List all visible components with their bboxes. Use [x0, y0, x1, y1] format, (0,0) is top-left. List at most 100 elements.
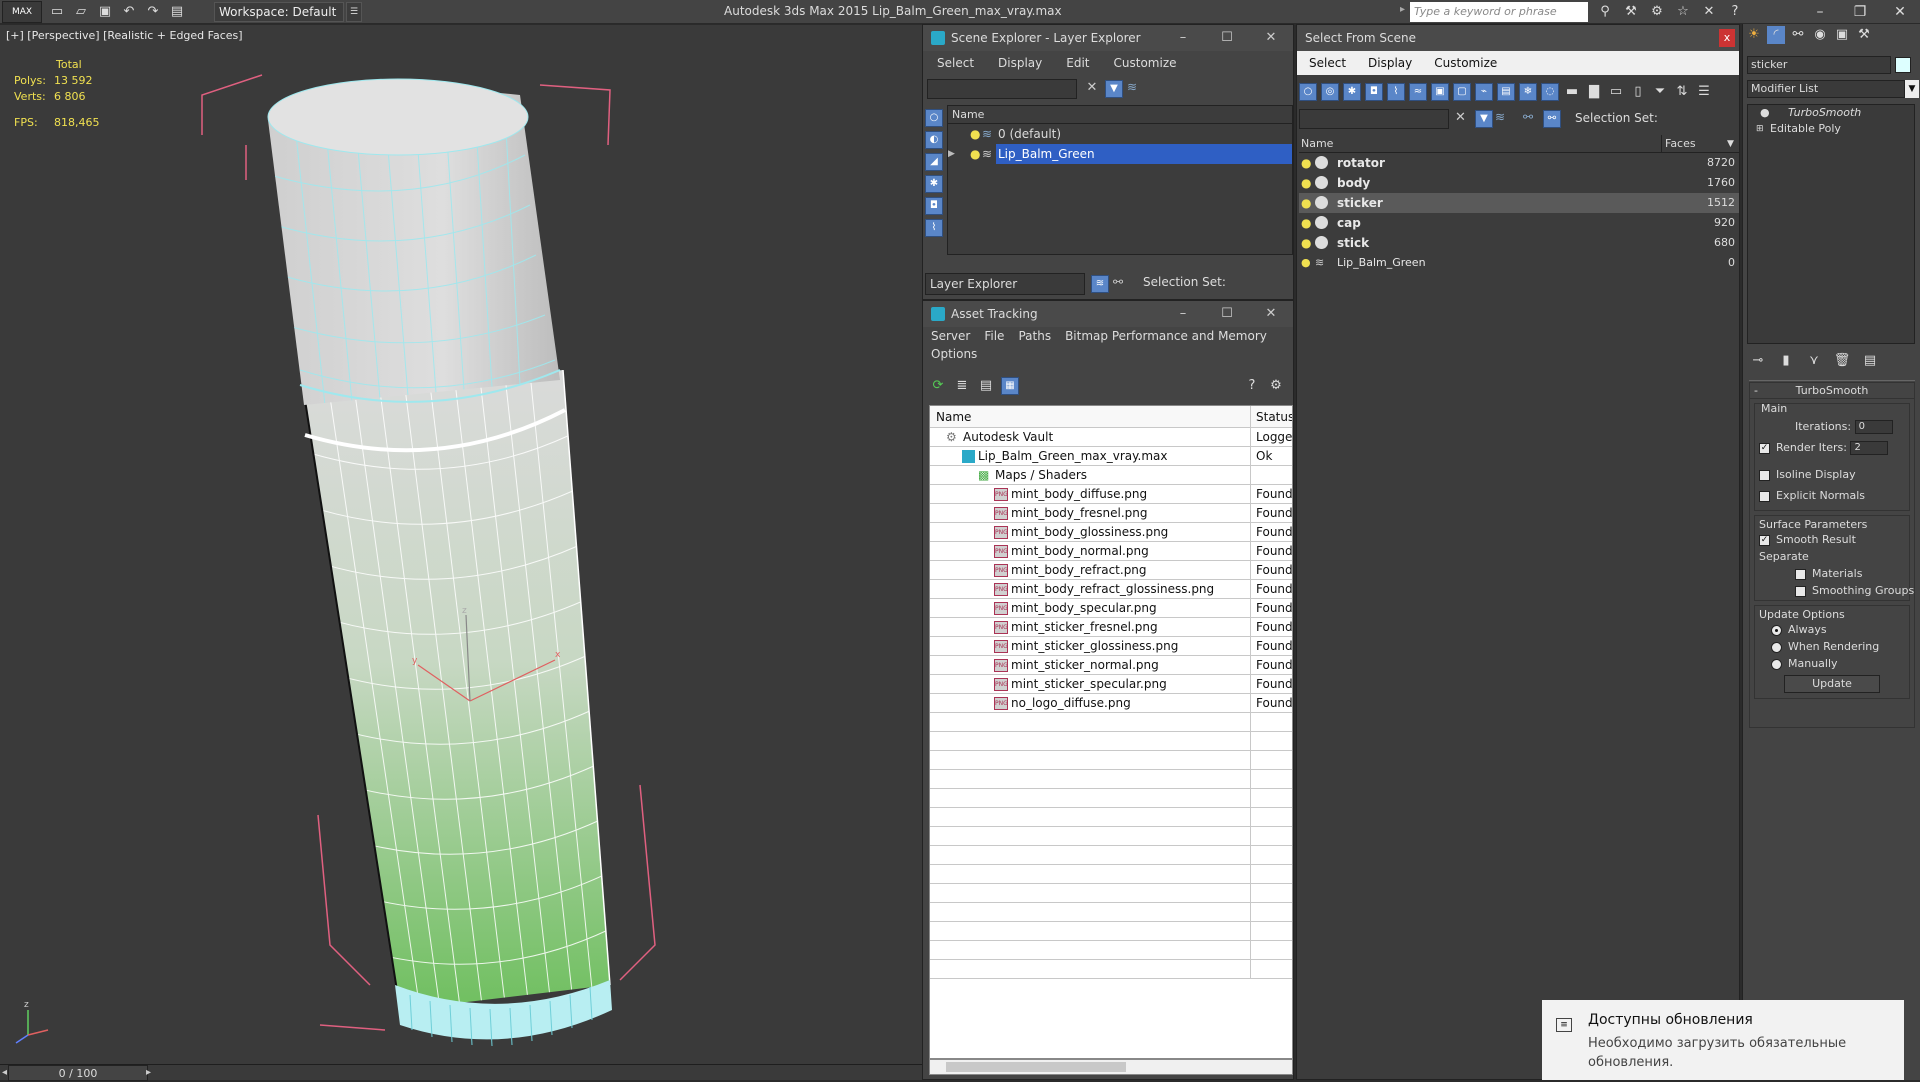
list-view-icon[interactable]: ≣	[953, 377, 971, 395]
expand-plus-icon[interactable]: ⊞	[1756, 121, 1764, 137]
object-row[interactable]: ● rotator 8720	[1299, 153, 1739, 173]
select-from-scene-titlebar[interactable]: Select From Scene x	[1297, 25, 1739, 51]
project-icon[interactable]: ▤	[168, 3, 186, 21]
subscription-icon[interactable]: ⚙	[1648, 3, 1666, 21]
asset-row[interactable]: PNG mint_sticker_glossiness.png Found	[930, 637, 1292, 656]
display-shapes-icon[interactable]: ◢	[925, 153, 943, 171]
make-unique-icon[interactable]: ⋎	[1805, 352, 1823, 370]
create-tab-icon[interactable]: ☀	[1745, 26, 1763, 44]
light-bulb-icon[interactable]: ●	[970, 144, 980, 164]
object-row[interactable]: ● stick 680	[1299, 233, 1739, 253]
sort-desc-icon[interactable]: ▼	[1727, 135, 1734, 153]
time-next-icon[interactable]: ▸	[146, 1065, 160, 1081]
filter-geometry-icon[interactable]: ○	[1299, 83, 1317, 101]
explicit-normals-checkbox[interactable]	[1759, 490, 1770, 502]
maximize-icon[interactable]: ☐	[1205, 25, 1249, 51]
app-logo[interactable]: MAX	[2, 1, 42, 23]
restore-icon[interactable]: ❐	[1840, 0, 1880, 24]
iterations-spinner[interactable]: 0	[1854, 420, 1893, 434]
update-button[interactable]: Update	[1784, 675, 1880, 693]
select-none-icon[interactable]: ▭	[1607, 83, 1625, 101]
filter-hidden-icon[interactable]: ◌	[1541, 83, 1559, 101]
scrollbar-thumb[interactable]	[946, 1062, 1126, 1072]
update-notification[interactable]: ≡ Доступны обновления Необходимо загрузи…	[1542, 1000, 1904, 1080]
filter-groups-icon[interactable]: ▣	[1431, 83, 1449, 101]
asset-row[interactable]: PNG mint_body_refract_glossiness.png Found	[930, 580, 1292, 599]
light-bulb-icon[interactable]: ●	[1301, 153, 1311, 173]
new-file-icon[interactable]: ▭	[48, 3, 66, 21]
filter-containers-icon[interactable]: ▤	[1497, 83, 1515, 101]
isoline-checkbox[interactable]	[1759, 469, 1770, 481]
exchange-icon[interactable]: ✕	[1700, 3, 1718, 21]
asset-row[interactable]: PNG mint_body_refract.png Found	[930, 561, 1292, 580]
asset-row[interactable]: PNG mint_sticker_normal.png Found	[930, 656, 1292, 675]
table-view-icon[interactable]: ▦	[1001, 377, 1019, 395]
help-icon[interactable]: ?	[1726, 3, 1744, 21]
sort-icon[interactable]: ⇅	[1673, 83, 1691, 101]
manually-radio[interactable]	[1771, 658, 1782, 670]
close-icon[interactable]: ✕	[1249, 301, 1293, 327]
object-row[interactable]: ● cap 920	[1299, 213, 1739, 233]
filter-lights-icon[interactable]: ✱	[1343, 83, 1361, 101]
filter-spacewarps-icon[interactable]: ≈	[1409, 83, 1427, 101]
light-bulb-icon[interactable]: ●	[1301, 253, 1311, 273]
when-rendering-radio[interactable]	[1771, 641, 1782, 653]
object-row[interactable]: ● ≋ Lip_Balm_Green 0	[1299, 253, 1739, 273]
menu-customize[interactable]: Customize	[1434, 51, 1497, 75]
light-bulb-icon[interactable]: ●	[970, 124, 980, 144]
render-iters-checkbox[interactable]: ✓	[1759, 442, 1770, 454]
search-input[interactable]: Type a keyword or phrase	[1410, 2, 1588, 22]
asset-row[interactable]: PNG mint_body_fresnel.png Found	[930, 504, 1292, 523]
filter-cameras-icon[interactable]: ◘	[1365, 83, 1383, 101]
menu-select[interactable]: Select	[937, 51, 974, 75]
display-lights-icon[interactable]: ✱	[925, 175, 943, 193]
utilities-tab-icon[interactable]: ⚒	[1855, 26, 1873, 44]
filter-bones-icon[interactable]: ⌁	[1475, 83, 1493, 101]
filter-frozen-icon[interactable]: ❄	[1519, 83, 1537, 101]
asset-row[interactable]: PNG mint_body_normal.png Found	[930, 542, 1292, 561]
close-icon[interactable]: x	[1719, 29, 1735, 47]
display-geometry-icon[interactable]: ◐	[925, 131, 943, 149]
frame-counter[interactable]: 0 / 100	[8, 1065, 148, 1081]
asset-row[interactable]: PNG mint_body_diffuse.png Found	[930, 485, 1292, 504]
col-faces-header[interactable]: Faces	[1661, 135, 1737, 153]
clear-search-icon[interactable]: ✕	[1455, 110, 1466, 125]
col-name-header[interactable]: Name	[1299, 137, 1333, 150]
maximize-icon[interactable]: ☐	[1205, 301, 1249, 327]
minimize-icon[interactable]: –	[1161, 25, 1205, 51]
object-color-swatch[interactable]	[1895, 57, 1911, 73]
display-none-icon[interactable]: ○	[925, 109, 943, 127]
scene-explorer-titlebar[interactable]: Scene Explorer - Layer Explorer – ☐ ✕	[923, 25, 1293, 51]
layer-row-default[interactable]: ● ≋ 0 (default)	[948, 124, 1292, 144]
menu-display[interactable]: Display	[1368, 51, 1412, 75]
motion-tab-icon[interactable]: ◉	[1811, 26, 1829, 44]
open-file-icon[interactable]: ▱	[72, 3, 90, 21]
asset-row[interactable]: ▩ Maps / Shaders	[930, 466, 1292, 485]
remove-modifier-icon[interactable]: 🗑	[1833, 352, 1851, 370]
minimize-icon[interactable]: –	[1800, 0, 1840, 24]
time-slider[interactable]: ◂ 0 / 100 ▸	[0, 1064, 922, 1081]
layer-row-lip-balm-green[interactable]: ▶ ● ≋ Lip_Balm_Green	[948, 144, 1292, 164]
filter-funnel-icon[interactable]: ⏷	[1651, 83, 1669, 101]
options-icon[interactable]: ☰	[1695, 83, 1713, 101]
display-tab-icon[interactable]: ▣	[1833, 26, 1851, 44]
menu-options[interactable]: Options	[923, 345, 1293, 365]
configure-sets-icon[interactable]: ▤	[1861, 352, 1879, 370]
select-all-icon[interactable]: ▇	[1585, 83, 1603, 101]
modifier-list-dropdown[interactable]: Modifier List	[1747, 80, 1905, 98]
col-status-header[interactable]: Status	[1250, 406, 1292, 428]
pin-stack-icon[interactable]: ⊸	[1749, 352, 1767, 370]
smoothing-groups-checkbox[interactable]	[1795, 585, 1806, 597]
asset-row[interactable]: PNG mint_body_specular.png Found	[930, 599, 1292, 618]
object-row[interactable]: ● body 1760	[1299, 173, 1739, 193]
sfs-search-input[interactable]	[1299, 109, 1449, 129]
asset-row[interactable]: Lip_Balm_Green_max_vray.max Ok	[930, 447, 1292, 466]
redo-icon[interactable]: ↷	[144, 3, 162, 21]
show-end-result-icon[interactable]: ▮	[1777, 352, 1795, 370]
filter-xrefs-icon[interactable]: ▢	[1453, 83, 1471, 101]
menu-select[interactable]: Select	[1309, 51, 1346, 75]
menu-customize[interactable]: Customize	[1114, 51, 1177, 75]
binoculars-icon[interactable]: ⚲	[1596, 3, 1614, 21]
sort-layers-icon[interactable]: ⚯	[1523, 110, 1533, 124]
close-icon[interactable]: ✕	[1880, 0, 1920, 24]
